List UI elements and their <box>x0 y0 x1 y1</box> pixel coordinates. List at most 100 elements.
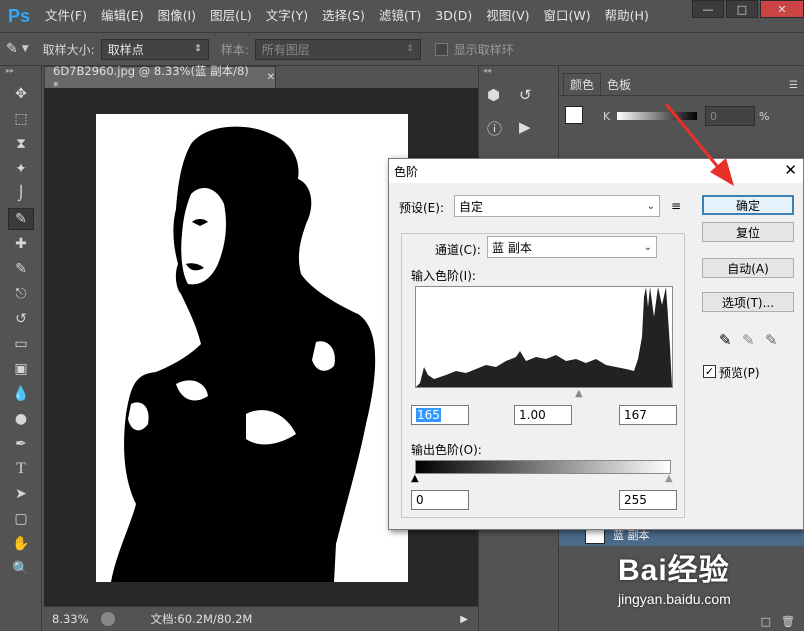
status-menu-icon[interactable] <box>100 612 115 626</box>
menu-image[interactable]: 图像(I) <box>151 0 203 32</box>
maximize-button[interactable]: □ <box>726 0 758 18</box>
document-tab[interactable]: 6D7B2960.jpg @ 8.33%(蓝 副本/8) * ✕ <box>44 64 276 93</box>
output-white-slider-handle[interactable]: ▲ <box>665 473 673 484</box>
lasso-tool-icon[interactable]: ⧗ <box>8 133 34 155</box>
chevron-down-icon: ⌄ <box>643 241 652 253</box>
status-arrow-icon[interactable]: ▶ <box>460 614 468 625</box>
marquee-tool-icon[interactable]: ⬚ <box>8 108 34 130</box>
ok-button[interactable]: 确定 <box>702 195 794 215</box>
dock-collapse-icon[interactable]: ◂◂ <box>479 66 558 80</box>
close-tab-icon[interactable]: ✕ <box>267 72 275 83</box>
toolbox-collapse-icon[interactable]: ▸▸ <box>0 66 41 80</box>
menu-type[interactable]: 文字(Y) <box>259 0 315 32</box>
menu-filter[interactable]: 滤镜(T) <box>372 0 428 32</box>
sample-size-label: 取样大小: <box>42 42 95 57</box>
preset-select[interactable]: 自定 ⌄ <box>454 195 660 217</box>
gradient-tool-icon[interactable]: ▣ <box>8 358 34 380</box>
document-image[interactable] <box>96 114 408 582</box>
input-white-field[interactable]: 167 <box>619 405 677 425</box>
move-tool-icon[interactable]: ✥ <box>8 83 34 105</box>
minimize-button[interactable]: — <box>692 0 724 18</box>
white-point-eyedropper-icon[interactable]: ✎ <box>765 331 778 349</box>
options-bar: ✎ ▼ 取样大小: 取样点 ⇕ 样本: 所有图层 ⇕ 显示取样环 <box>0 32 804 66</box>
menu-help[interactable]: 帮助(H) <box>598 0 656 32</box>
auto-button[interactable]: 自动(A) <box>702 258 794 278</box>
input-gamma-value: 1.00 <box>519 408 546 422</box>
magic-wand-tool-icon[interactable]: ✦ <box>8 158 34 180</box>
baidu-jingyan-watermark: Bai经验 jingyan.baidu.com <box>618 545 731 607</box>
tab-color[interactable]: 颜色 <box>563 73 602 95</box>
tab-swatches[interactable]: 色板 <box>601 74 637 95</box>
info-panel-icon[interactable]: ⓘ <box>487 118 509 140</box>
sample-size-value: 取样点 <box>107 42 144 57</box>
path-selection-tool-icon[interactable]: ➤ <box>8 483 34 505</box>
reset-button[interactable]: 复位 <box>702 222 794 242</box>
window-controls: — □ ✕ <box>690 0 804 18</box>
output-black-field[interactable]: 0 <box>411 490 469 510</box>
3d-panel-icon[interactable]: ⬢ <box>487 86 509 108</box>
document-size: 文档:60.2M/80.2M <box>150 612 253 626</box>
preview-checkbox[interactable]: ✓ <box>703 365 716 378</box>
output-gradient-bar <box>415 460 671 474</box>
blur-tool-icon[interactable]: 💧 <box>8 383 34 405</box>
red-arrow-annotation <box>664 103 734 186</box>
type-tool-icon[interactable]: T <box>8 458 34 480</box>
history-panel-icon[interactable]: ↺ <box>519 86 541 108</box>
hand-tool-icon[interactable]: ✋ <box>8 533 34 555</box>
sample-select[interactable]: 所有图层 ⇕ <box>254 38 421 60</box>
menu-3d[interactable]: 3D(D) <box>428 0 479 32</box>
preset-label: 预设(E): <box>399 201 444 215</box>
show-sampling-ring-checkbox[interactable] <box>434 42 448 56</box>
options-button[interactable]: 选项(T)... <box>702 292 794 312</box>
status-bar: 8.33% 文档:60.2M/80.2M ▶ <box>44 606 478 631</box>
new-layer-icon[interactable]: □ <box>761 615 771 628</box>
input-black-field[interactable]: 165 <box>411 405 469 425</box>
watermark-brand: Bai经验 <box>618 554 730 587</box>
eyedropper-tool-icon[interactable]: ✎ <box>8 208 34 230</box>
input-gamma-field[interactable]: 1.00 <box>514 405 572 425</box>
preset-options-icon[interactable]: ≡ <box>671 199 681 213</box>
select-arrows-icon: ⇕ <box>194 44 202 54</box>
sample-label: 样本: <box>220 42 249 57</box>
menu-layer[interactable]: 图层(L) <box>203 0 259 32</box>
eyedropper-tool-icon[interactable]: ✎ <box>6 41 18 57</box>
healing-brush-tool-icon[interactable]: ✚ <box>8 233 34 255</box>
crop-tool-icon[interactable]: ⌡ <box>8 183 34 205</box>
sample-value: 所有图层 <box>261 42 310 57</box>
menu-file[interactable]: 文件(F) <box>38 0 94 32</box>
panel-menu-icon[interactable]: ☰ <box>789 80 798 91</box>
threshold-portrait-image <box>111 126 376 582</box>
dodge-tool-icon[interactable]: ● <box>8 408 34 430</box>
output-black-slider-handle[interactable]: ▲ <box>411 473 419 484</box>
clone-stamp-tool-icon[interactable]: ⎋ <box>8 283 34 305</box>
output-levels-label: 输出色阶(O): <box>411 443 482 457</box>
rectangle-tool-icon[interactable]: ▢ <box>8 508 34 530</box>
dialog-close-icon[interactable]: ✕ <box>784 161 797 179</box>
menu-select[interactable]: 选择(S) <box>315 0 372 32</box>
zoom-level[interactable]: 8.33% <box>52 612 89 626</box>
tool-preset-chevron-icon[interactable]: ▼ <box>22 44 29 54</box>
toolbox: ▸▸ ✥ ⬚ ⧗ ✦ ⌡ ✎ ✚ ✎ ⎋ ↺ ▭ ▣ 💧 ● ✒ T ➤ ▢ ✋… <box>0 66 42 631</box>
foreground-color-swatch[interactable] <box>565 106 583 124</box>
output-black-value: 0 <box>416 493 424 507</box>
channel-select[interactable]: 蓝 副本 ⌄ <box>487 236 657 258</box>
output-white-field[interactable]: 255 <box>619 490 677 510</box>
delete-layer-icon[interactable]: 🗑 <box>781 615 795 628</box>
pen-tool-icon[interactable]: ✒ <box>8 433 34 455</box>
zoom-tool-icon[interactable]: 🔍 <box>8 558 34 580</box>
history-brush-tool-icon[interactable]: ↺ <box>8 308 34 330</box>
dialog-titlebar[interactable]: 色阶 ✕ <box>389 159 803 183</box>
menu-bar: Ps 文件(F) 编辑(E) 图像(I) 图层(L) 文字(Y) 选择(S) 滤… <box>0 0 804 32</box>
black-point-eyedropper-icon[interactable]: ✎ <box>719 331 732 349</box>
input-black-value: 165 <box>416 408 441 422</box>
menu-edit[interactable]: 编辑(E) <box>94 0 151 32</box>
input-gamma-slider-handle[interactable]: ▲ <box>575 388 583 399</box>
sample-size-select[interactable]: 取样点 ⇕ <box>100 38 209 60</box>
menu-window[interactable]: 窗口(W) <box>537 0 598 32</box>
menu-view[interactable]: 视图(V) <box>479 0 536 32</box>
brush-tool-icon[interactable]: ✎ <box>8 258 34 280</box>
actions-panel-icon[interactable]: ▶ <box>519 118 541 140</box>
eraser-tool-icon[interactable]: ▭ <box>8 333 34 355</box>
close-window-button[interactable]: ✕ <box>760 0 804 18</box>
gray-point-eyedropper-icon[interactable]: ✎ <box>742 331 755 349</box>
